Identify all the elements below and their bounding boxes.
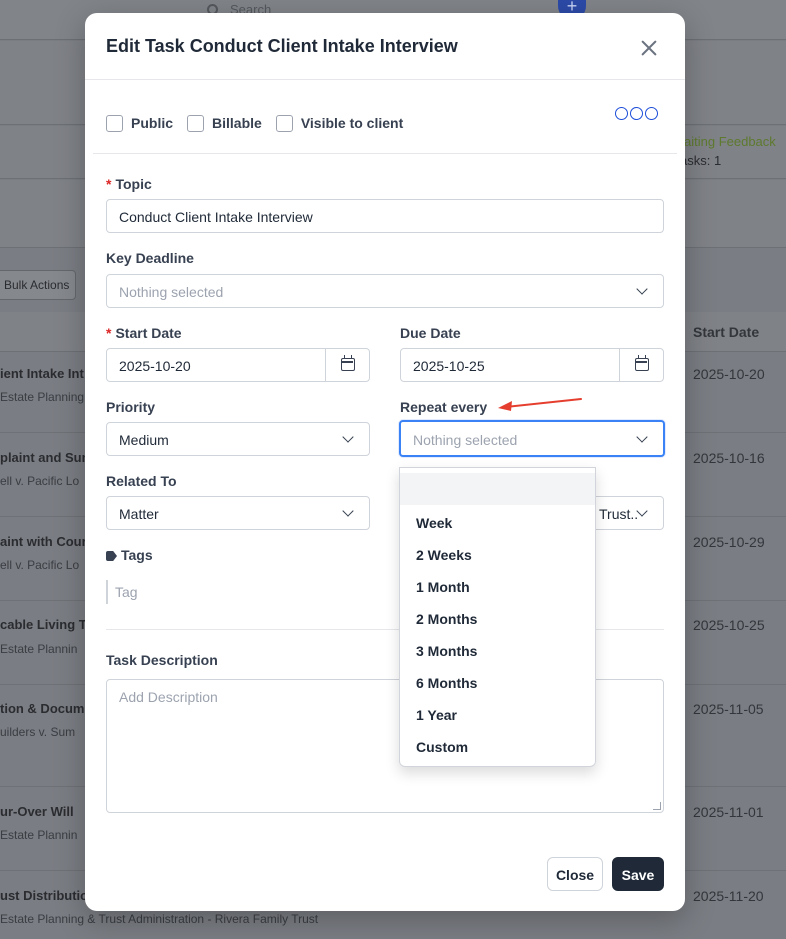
tag-icon: [106, 551, 117, 561]
public-label: Public: [131, 115, 174, 131]
dropdown-option-6-months[interactable]: 6 Months: [400, 665, 595, 697]
billable-label: Billable: [212, 115, 262, 131]
table-row-date: 2025-10-29: [693, 534, 765, 550]
dot: [645, 107, 658, 120]
table-row-sub: Estate Plannin: [0, 642, 78, 656]
topic-value: Conduct Client Intake Interview: [119, 209, 313, 225]
topic-label: * Topic: [106, 176, 152, 192]
table-row-sub: Estate Planning: [0, 390, 85, 404]
modal-title: Edit Task Conduct Client Intake Intervie…: [106, 36, 458, 56]
start-date-label-text: Start Date: [115, 325, 182, 341]
table-row-title[interactable]: ur-Over Will: [0, 804, 74, 819]
table-row-title[interactable]: ust Distributio: [0, 888, 88, 903]
table-row-title[interactable]: tion & Docum: [0, 701, 85, 716]
due-date-picker-button[interactable]: [619, 349, 663, 381]
table-row-sub: ell v. Pacific Lo: [0, 474, 80, 488]
modal-header: Edit Task Conduct Client Intake Intervie…: [85, 13, 685, 80]
priority-label: Priority: [106, 399, 156, 415]
annotation-arrow-icon: [498, 398, 582, 411]
required-mark: *: [106, 325, 112, 341]
divider: [93, 153, 677, 154]
visible-to-client-checkbox-item[interactable]: Visible to client: [275, 114, 404, 132]
due-date-label: Due Date: [400, 325, 461, 341]
start-date-label: * Start Date: [106, 325, 182, 341]
bulk-actions-button[interactable]: Bulk Actions: [0, 270, 76, 300]
dropdown-option-2-months[interactable]: 2 Months: [400, 601, 595, 633]
dropdown-option-custom[interactable]: Custom: [400, 729, 595, 761]
task-description-placeholder: Add Description: [119, 689, 218, 705]
key-deadline-label: Key Deadline: [106, 250, 194, 266]
table-row-date: 2025-10-16: [693, 450, 765, 466]
visibility-options: Public Billable Visible to client: [106, 113, 417, 133]
dropdown-option-3-months[interactable]: 3 Months: [400, 633, 595, 665]
dropdown-option-2-weeks[interactable]: 2 Weeks: [400, 537, 595, 569]
related-to-select[interactable]: Matter: [106, 496, 370, 530]
visible-to-client-checkbox[interactable]: [275, 114, 293, 132]
dropdown-option-week[interactable]: Week: [400, 505, 595, 537]
dropdown-option-1-month[interactable]: 1 Month: [400, 569, 595, 601]
dropdown-option-1-year[interactable]: 1 Year: [400, 697, 595, 729]
calendar-icon: [635, 355, 649, 371]
billable-checkbox[interactable]: [187, 114, 205, 132]
table-row-title[interactable]: ient Intake Int: [0, 366, 84, 381]
table-row-title[interactable]: plaint and Sum: [0, 450, 93, 465]
close-icon[interactable]: [638, 37, 660, 59]
start-date-input[interactable]: 2025-10-20: [106, 348, 370, 382]
edit-task-modal: Edit Task Conduct Client Intake Intervie…: [85, 13, 685, 911]
column-start-date[interactable]: Start Date: [693, 324, 759, 340]
start-date-picker-button[interactable]: [325, 349, 369, 381]
related-to-label: Related To: [106, 473, 177, 489]
due-date-value: 2025-10-25: [413, 358, 485, 374]
task-description-label: Task Description: [106, 652, 218, 668]
repeat-every-placeholder: Nothing selected: [413, 432, 518, 448]
topic-label-text: Topic: [115, 176, 152, 192]
related-item-value: Trust..: [599, 506, 639, 522]
chevron-down-icon: [342, 505, 354, 517]
repeat-every-label: Repeat every: [400, 399, 488, 415]
resize-handle-icon[interactable]: [653, 802, 661, 810]
table-row-date: 2025-11-01: [693, 804, 764, 820]
chevron-down-icon: [342, 431, 354, 443]
dot: [630, 107, 643, 120]
key-deadline-placeholder: Nothing selected: [119, 284, 224, 300]
tags-label: Tags: [106, 547, 153, 563]
tag-placeholder: Tag: [115, 584, 138, 600]
table-row-date: 2025-10-20: [693, 366, 765, 382]
table-row-date: 2025-10-25: [693, 617, 765, 633]
table-row-sub: Estate Planning & Trust Administration -…: [0, 912, 319, 926]
priority-select[interactable]: Medium: [106, 422, 370, 456]
key-deadline-select[interactable]: Nothing selected: [106, 274, 664, 308]
status-tasks-count: asks: 1: [680, 153, 722, 168]
related-to-value: Matter: [119, 506, 159, 522]
required-mark: *: [106, 176, 112, 192]
public-checkbox-item[interactable]: Public: [106, 114, 174, 132]
visible-to-client-label: Visible to client: [300, 115, 404, 131]
tag-input[interactable]: Tag: [106, 580, 138, 604]
repeat-every-select[interactable]: Nothing selected: [399, 420, 665, 457]
table-row-sub: uilders v. Sum: [0, 725, 76, 739]
table-row-date: 2025-11-05: [693, 701, 764, 717]
topic-input[interactable]: Conduct Client Intake Interview: [106, 199, 664, 233]
dot: [615, 107, 628, 120]
dropdown-option-empty[interactable]: [400, 473, 595, 505]
more-options-icon[interactable]: [615, 107, 658, 120]
calendar-icon: [341, 355, 355, 371]
repeat-every-dropdown: Week 2 Weeks 1 Month 2 Months 3 Months 6…: [399, 467, 596, 767]
table-row-title[interactable]: cable Living T: [0, 617, 87, 632]
save-button[interactable]: Save: [612, 857, 664, 891]
chevron-down-icon: [636, 431, 648, 443]
status-awaiting-feedback: aiting Feedback: [684, 134, 776, 149]
billable-checkbox-item[interactable]: Billable: [187, 114, 262, 132]
public-checkbox[interactable]: [106, 114, 123, 132]
chevron-down-icon: [636, 283, 648, 295]
table-row-title[interactable]: aint with Cour: [0, 534, 87, 549]
table-row-sub: Estate Plannin: [0, 828, 78, 842]
tags-label-text: Tags: [121, 547, 153, 563]
table-row-date: 2025-11-20: [693, 888, 764, 904]
due-date-input[interactable]: 2025-10-25: [400, 348, 664, 382]
table-row-sub: ell v. Pacific Lo: [0, 558, 80, 572]
close-button[interactable]: Close: [547, 857, 603, 891]
start-date-value: 2025-10-20: [119, 358, 191, 374]
priority-value: Medium: [119, 432, 169, 448]
